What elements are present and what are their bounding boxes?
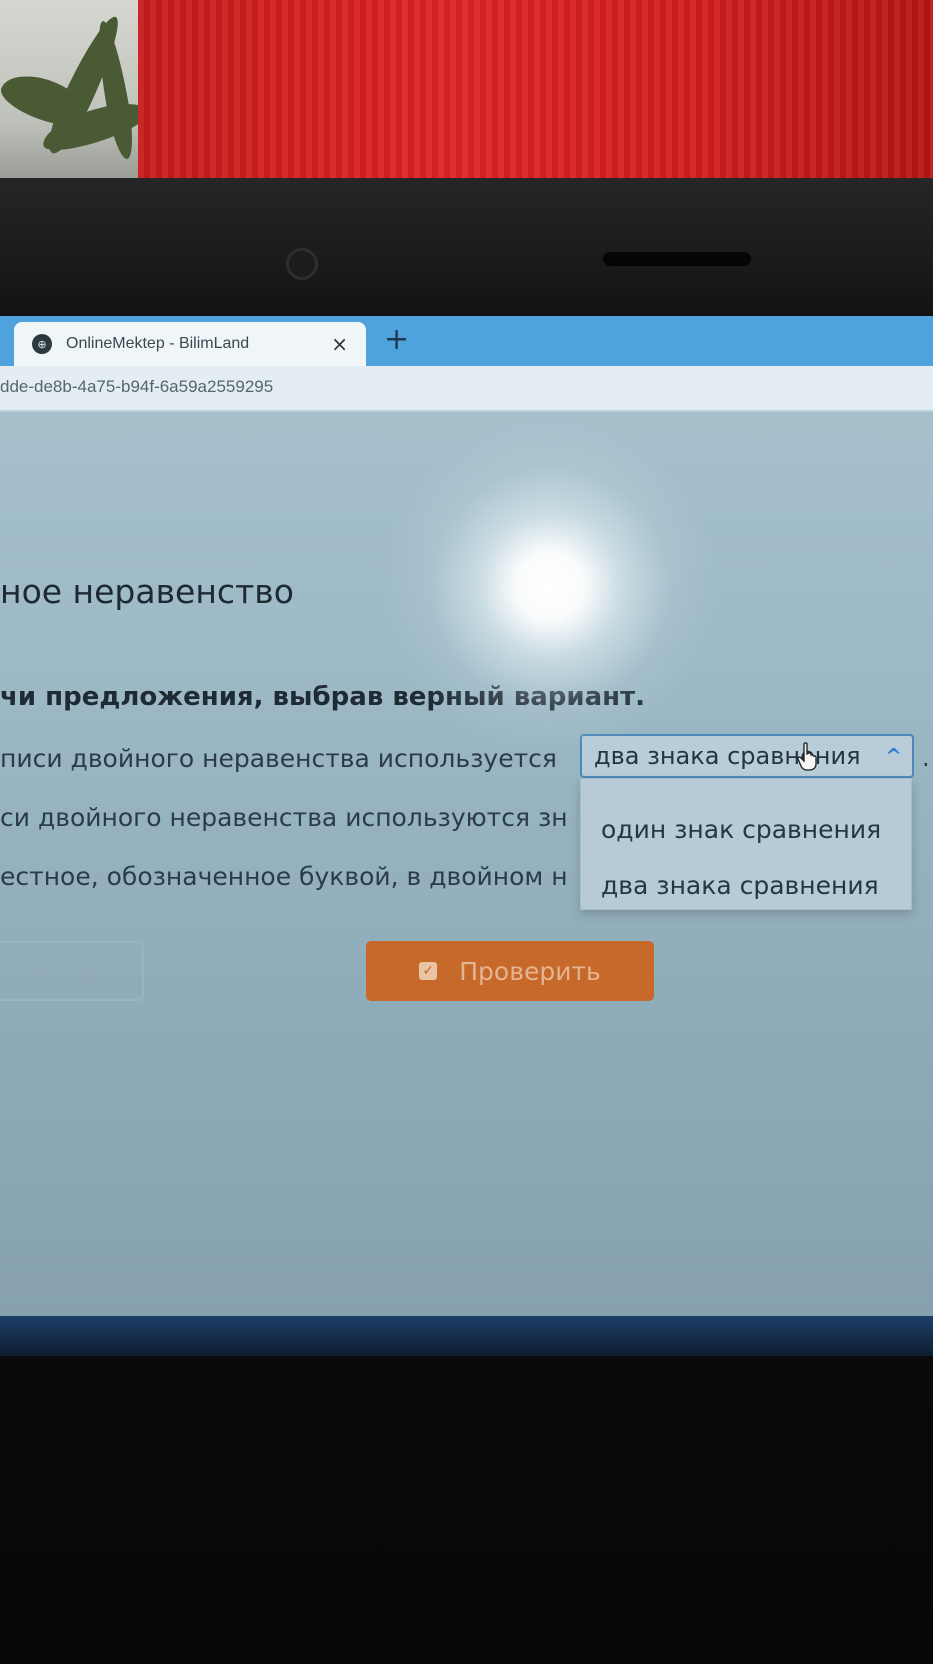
checkbox-icon: ✓: [419, 962, 438, 980]
close-tab-icon[interactable]: ×: [331, 332, 348, 356]
sentence-2: си двойного неравенства используются зн: [0, 803, 568, 832]
site-favicon-icon: ⊕: [32, 334, 52, 354]
hand-cursor-icon: [797, 742, 817, 771]
check-button-label: Проверить: [459, 956, 601, 986]
sentence-period: .: [922, 744, 930, 772]
browser-tab[interactable]: ⊕ OnlineMektep - BilimLand ×: [14, 322, 366, 366]
answer-select[interactable]: два знака сравнения ^: [580, 734, 914, 778]
laptop-lower-body: [0, 1356, 933, 1664]
url-text[interactable]: dde-de8b-4a75-b94f-6a59a2559295: [0, 377, 273, 397]
sentence-1: писи двойного неравенства используется: [0, 744, 557, 773]
chevron-up-icon[interactable]: ^: [885, 744, 902, 768]
laptop-screen: ⊕ OnlineMektep - BilimLand × + dde-de8b-…: [0, 316, 933, 1316]
select-dropdown-menu: один знак сравнения два знака сравнения: [580, 778, 912, 910]
dropdown-option-1[interactable]: один знак сравнения: [601, 815, 881, 844]
dropdown-option-2[interactable]: два знака сравнения: [601, 871, 879, 900]
sentence-3: естное, обозначенное буквой, в двойном н: [0, 862, 568, 891]
back-button-label: Назад: [28, 957, 106, 985]
new-tab-icon[interactable]: +: [384, 322, 409, 357]
laptop-bezel: [0, 178, 933, 320]
check-button[interactable]: ✓ Проверить: [366, 941, 654, 1001]
back-button[interactable]: Назад: [0, 941, 144, 1001]
webcam: [286, 248, 318, 280]
red-curtain: [138, 0, 933, 196]
tab-title: OnlineMektep - BilimLand: [66, 335, 250, 352]
address-bar[interactable]: dde-de8b-4a75-b94f-6a59a2559295: [0, 366, 933, 412]
bezel-sensor: [603, 252, 751, 266]
browser-tab-strip: ⊕ OnlineMektep - BilimLand × +: [0, 316, 933, 366]
task-instruction: чи предложения, выбрав верный вариант.: [0, 682, 646, 712]
select-value: два знака сравнения: [594, 742, 861, 770]
screen-bottom-edge: [0, 1316, 933, 1356]
lesson-title: ное неравенство: [0, 572, 294, 611]
